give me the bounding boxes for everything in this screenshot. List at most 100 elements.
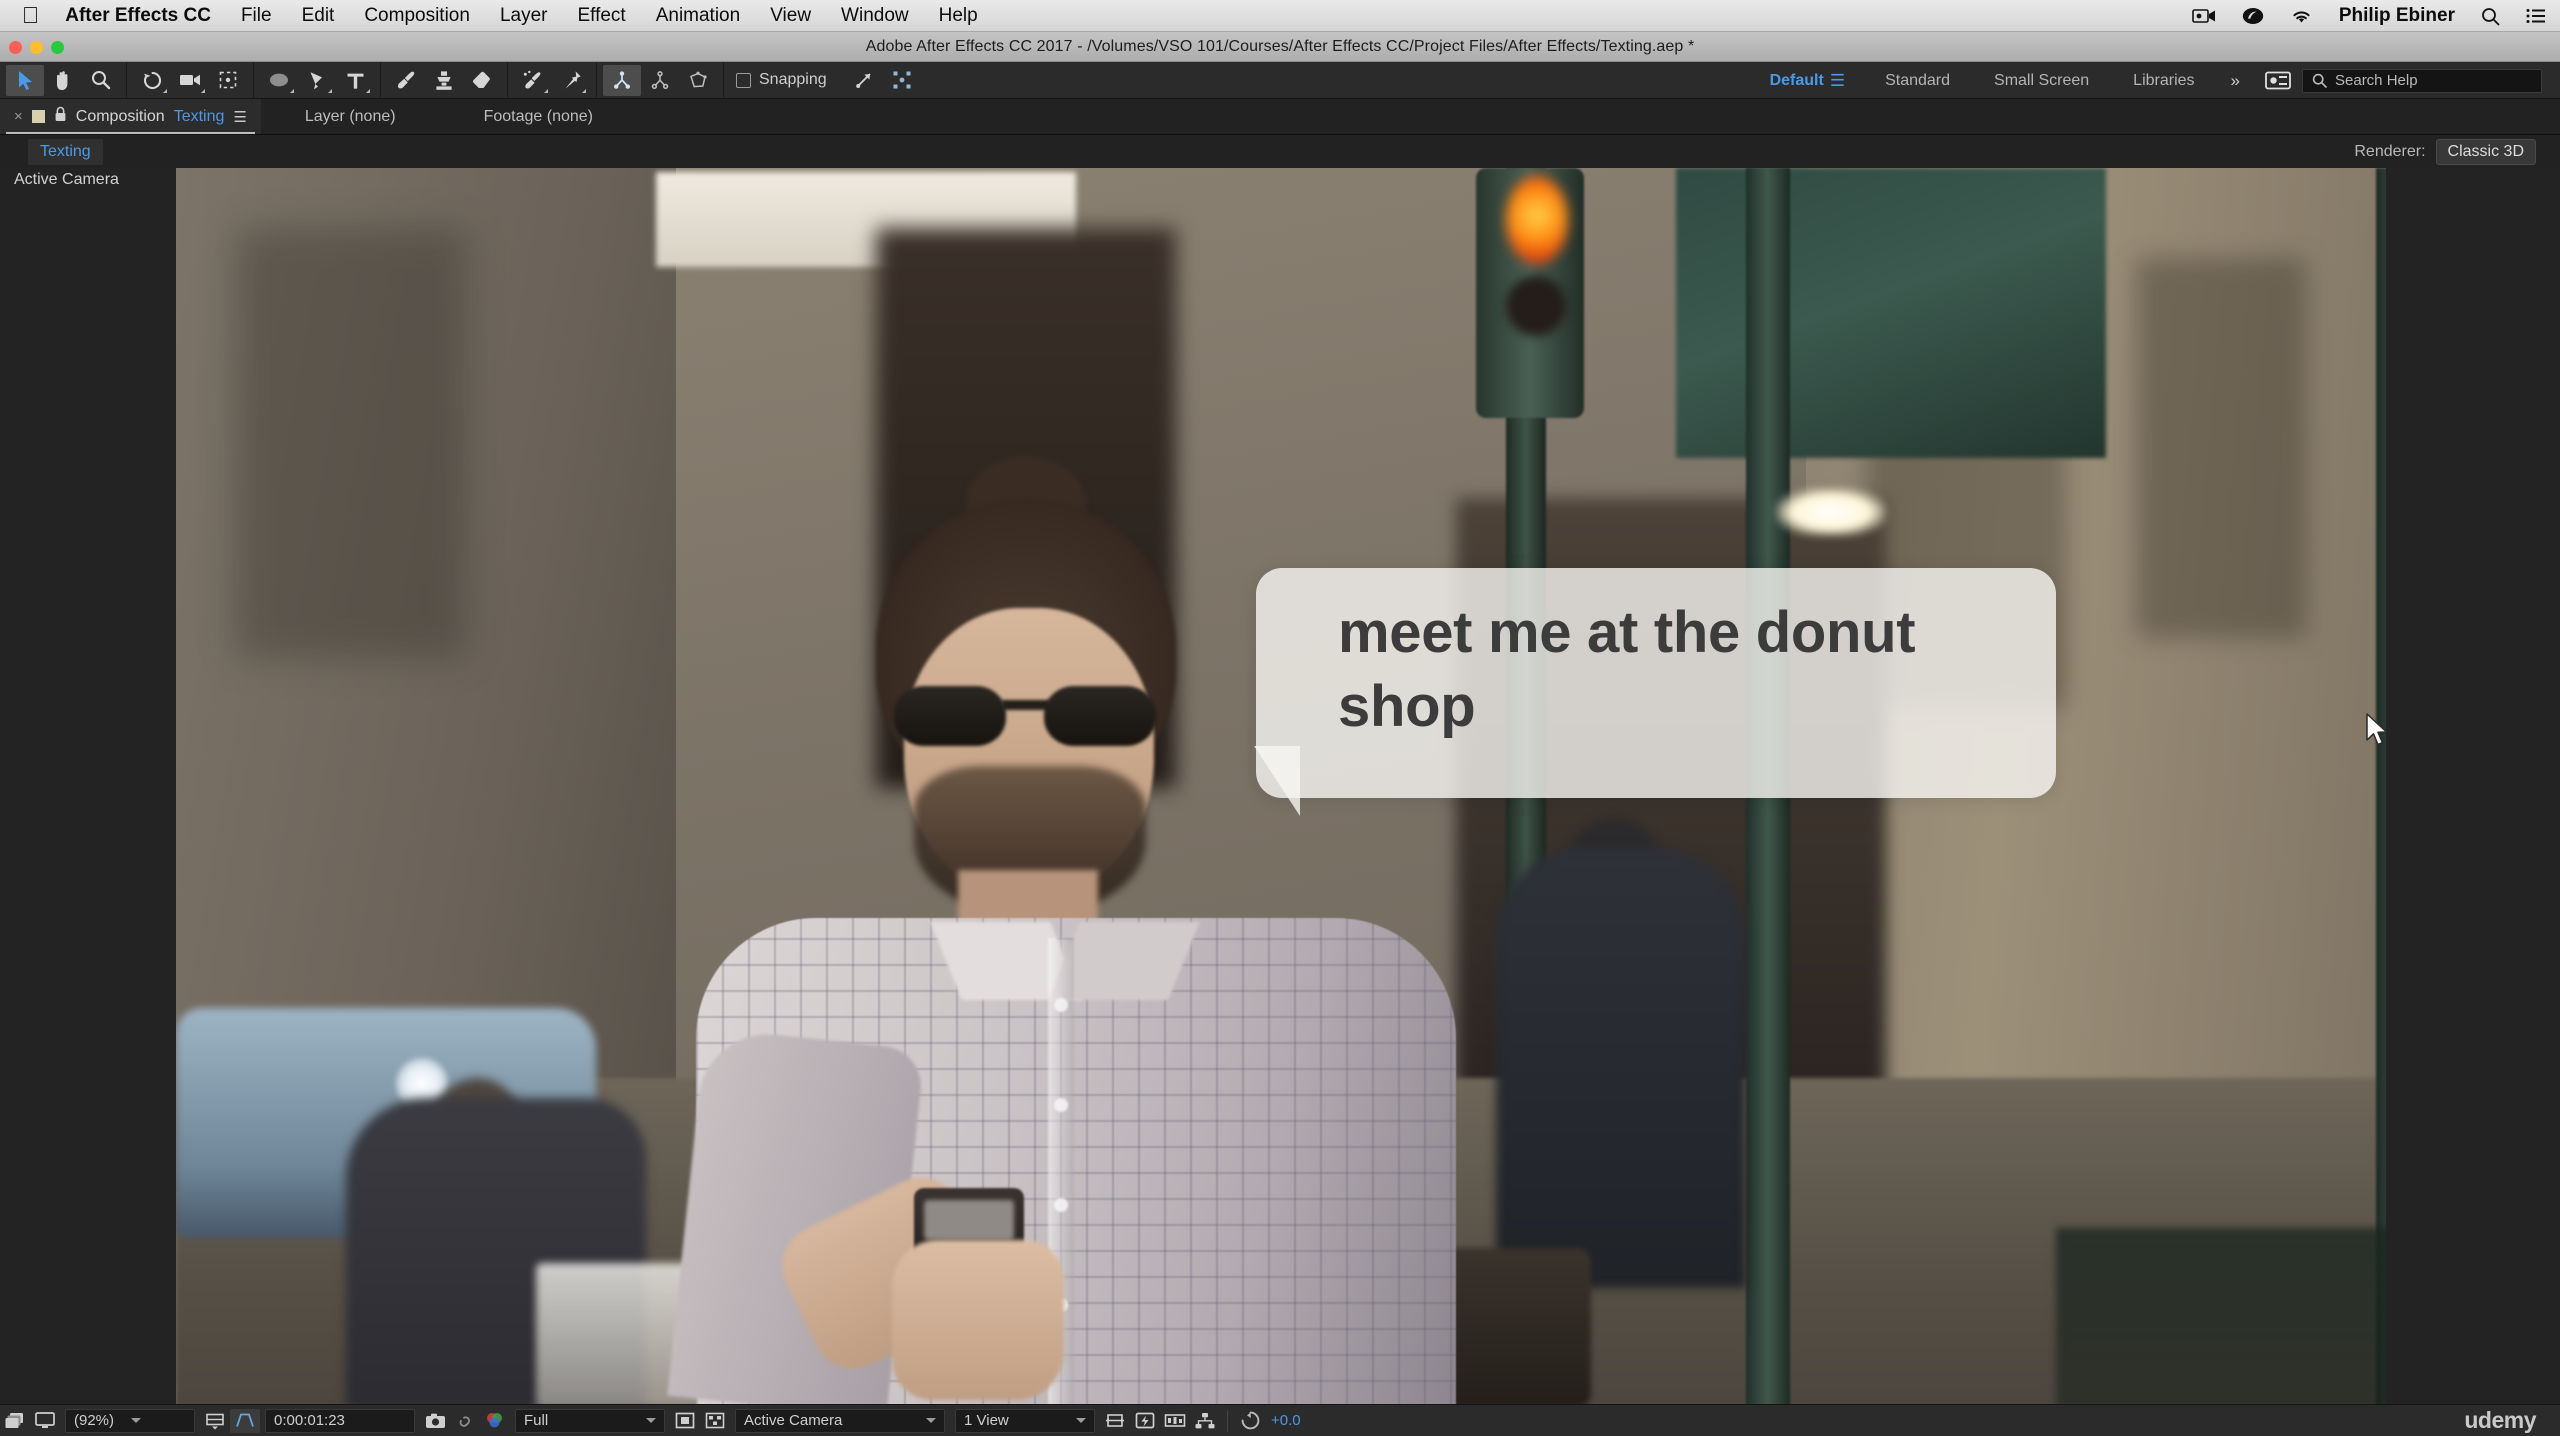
text-bubble-tail xyxy=(1254,746,1300,816)
zoom-level-dropdown[interactable]: (92%) xyxy=(65,1408,195,1433)
pen-tool-icon[interactable] xyxy=(298,65,336,96)
shirt-button xyxy=(1054,998,1068,1012)
window-controls[interactable] xyxy=(9,41,64,54)
wifi-icon[interactable] xyxy=(2290,8,2313,25)
comp-flowchart-icon[interactable] xyxy=(1190,1409,1220,1433)
chevron-down-icon xyxy=(646,1418,656,1423)
workspace-small-screen[interactable]: Small Screen xyxy=(1972,72,2111,90)
toggle-pixel-aspect-ratio-correction-icon[interactable] xyxy=(1100,1409,1130,1433)
tool-group-advanced xyxy=(508,61,597,99)
snapping-checkbox[interactable] xyxy=(736,72,751,88)
menu-item-edit[interactable]: Edit xyxy=(302,5,335,27)
current-time-field[interactable]: 0:00:01:23 xyxy=(265,1408,415,1433)
brush-tool-icon[interactable] xyxy=(387,65,425,96)
snap-grid-icon[interactable] xyxy=(883,65,921,96)
spotlight-search-icon[interactable] xyxy=(2481,7,2500,26)
tool-group-snap-extras xyxy=(839,62,927,99)
viewer-panel-tab-bar: × Composition Texting ☰ Layer (none) Foo… xyxy=(0,99,2560,135)
menu-item-animation[interactable]: Animation xyxy=(656,5,741,27)
lock-icon[interactable] xyxy=(54,106,67,127)
composition-canvas[interactable]: meet me at the donut shop xyxy=(176,168,2386,1404)
zoom-tool-icon[interactable] xyxy=(82,65,120,96)
take-snapshot-icon[interactable] xyxy=(420,1409,450,1433)
scene-background-person xyxy=(1496,848,1746,1288)
sync-settings-icon[interactable] xyxy=(2262,70,2294,92)
exposure-value[interactable]: +0.0 xyxy=(1271,1412,1301,1429)
chevron-down-icon xyxy=(131,1418,142,1423)
roto-brush-tool-icon[interactable] xyxy=(514,65,552,96)
choose-grid-and-guide-options-icon[interactable] xyxy=(200,1409,230,1433)
screen-record-icon[interactable] xyxy=(2192,8,2216,24)
shirt-button xyxy=(1054,1098,1068,1112)
snap-to-feature-icon[interactable] xyxy=(845,65,883,96)
workspace-default[interactable]: Default xyxy=(1748,72,1830,90)
menu-item-file[interactable]: File xyxy=(241,5,272,27)
resolution-value: Full xyxy=(524,1412,549,1429)
workspace-standard[interactable]: Standard xyxy=(1863,72,1972,90)
region-of-interest-icon[interactable] xyxy=(230,1408,260,1433)
reset-exposure-icon[interactable] xyxy=(1235,1409,1265,1433)
composition-viewer[interactable]: Active Camera meet me at the donut shop xyxy=(0,168,2560,1404)
resolution-dropdown[interactable]: Full xyxy=(515,1408,665,1433)
view-camera-dropdown[interactable]: Active Camera xyxy=(735,1408,945,1433)
view-axis-mode-icon[interactable] xyxy=(679,65,717,96)
workspace-menu-icon[interactable]: ☰ xyxy=(1830,71,1863,91)
window-zoom-button[interactable] xyxy=(51,41,64,54)
fast-previews-icon[interactable] xyxy=(1130,1409,1160,1433)
menu-item-effect[interactable]: Effect xyxy=(577,5,625,27)
rotation-tool-icon[interactable] xyxy=(133,65,171,96)
hand-tool-icon[interactable] xyxy=(44,65,82,96)
view-layout-dropdown[interactable]: 1 View xyxy=(955,1408,1095,1433)
workspace-overflow-icon[interactable]: » xyxy=(2217,71,2254,91)
notification-center-icon[interactable] xyxy=(2526,8,2546,24)
world-axis-mode-icon[interactable] xyxy=(641,65,679,96)
puppet-pin-tool-icon[interactable] xyxy=(552,65,590,96)
close-tab-icon[interactable]: × xyxy=(14,108,23,125)
tool-corner-marker xyxy=(544,88,548,93)
mouse-pointer-icon xyxy=(2365,713,2391,747)
always-preview-this-view-icon[interactable] xyxy=(0,1409,30,1433)
tab-layer[interactable]: Layer (none) xyxy=(261,99,440,134)
pan-behind-tool-icon[interactable] xyxy=(209,65,247,96)
show-channel-icon[interactable] xyxy=(480,1409,510,1433)
menu-bar-user-name[interactable]: Philip Ebiner xyxy=(2339,5,2455,27)
subject-hand xyxy=(892,1240,1064,1400)
window-close-button[interactable] xyxy=(9,41,22,54)
main-display-icon[interactable] xyxy=(30,1409,60,1433)
show-snapshot-icon[interactable] xyxy=(450,1409,480,1433)
tab-composition-texting[interactable]: × Composition Texting ☰ xyxy=(0,99,261,134)
renderer-value[interactable]: Classic 3D xyxy=(2435,138,2536,165)
camera-tool-icon[interactable] xyxy=(171,65,209,96)
udemy-watermark: udemy xyxy=(2464,1407,2536,1433)
panel-menu-icon[interactable]: ☰ xyxy=(233,108,246,126)
search-help-field[interactable]: Search Help xyxy=(2302,68,2542,93)
creative-cloud-icon[interactable] xyxy=(2242,7,2264,25)
menu-item-composition[interactable]: Composition xyxy=(364,5,470,27)
snapping-control[interactable]: Snapping xyxy=(724,71,839,89)
tab-label-composition: Composition xyxy=(75,107,165,125)
menu-app-name[interactable]: After Effects CC xyxy=(65,5,211,27)
breadcrumb-item-texting[interactable]: Texting xyxy=(28,138,103,165)
menu-item-window[interactable]: Window xyxy=(841,5,909,27)
snapping-label: Snapping xyxy=(759,71,827,88)
scene-signal-box-right xyxy=(1676,168,2106,458)
workspace-libraries[interactable]: Libraries xyxy=(2111,72,2216,90)
toggle-transparency-grid-icon[interactable] xyxy=(700,1409,730,1433)
tab-footage[interactable]: Footage (none) xyxy=(440,99,637,134)
window-minimize-button[interactable] xyxy=(30,41,43,54)
shirt-button xyxy=(1054,1198,1068,1212)
shape-tool-icon[interactable] xyxy=(260,65,298,96)
local-axis-mode-icon[interactable] xyxy=(603,64,641,96)
menu-item-layer[interactable]: Layer xyxy=(500,5,548,27)
selection-tool-icon[interactable] xyxy=(6,64,44,96)
eraser-tool-icon[interactable] xyxy=(463,65,501,96)
timeline-icon[interactable] xyxy=(1160,1409,1190,1433)
apple-icon[interactable]:  xyxy=(22,4,39,27)
menu-item-view[interactable]: View xyxy=(770,5,811,27)
clone-stamp-tool-icon[interactable] xyxy=(425,65,463,96)
menu-item-help[interactable]: Help xyxy=(939,5,978,27)
type-tool-icon[interactable] xyxy=(336,65,374,96)
toggle-mask-and-shape-path-visibility-icon[interactable] xyxy=(670,1409,700,1433)
text-bubble-message[interactable]: meet me at the donut shop xyxy=(1338,596,1998,744)
scene-signal-pole-far-right xyxy=(2376,168,2386,1404)
